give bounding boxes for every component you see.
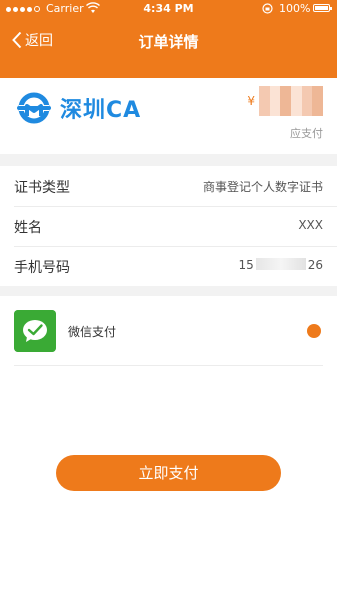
nav-bar: 返回 订单详情: [0, 22, 337, 62]
pay-now-button[interactable]: 立即支付: [56, 455, 281, 491]
detail-key: 姓名: [14, 220, 42, 236]
detail-row-name: 姓名 XXX: [0, 206, 337, 246]
detail-row-phone: 手机号码 15 26: [0, 246, 337, 286]
top-bar: Carrier 4:34 PM 100% 返回 订单详情: [0, 0, 337, 78]
detail-key: 手机号码: [14, 260, 70, 276]
ca-logo-icon: [17, 92, 51, 124]
brand-name: 深圳CA: [60, 98, 142, 123]
detail-value: XXX: [298, 218, 323, 232]
detail-row-cert-type: 证书类型 商事登记个人数字证书: [0, 166, 337, 206]
battery-icon: [313, 4, 332, 12]
amount-due-label: 应支付: [290, 127, 323, 140]
payment-method-radio[interactable]: [307, 324, 321, 338]
payment-method-label: 微信支付: [68, 325, 117, 339]
detail-value: 商事登记个人数字证书: [202, 180, 323, 194]
price-amount-redacted: [259, 86, 323, 116]
phone-suffix: 26: [307, 258, 323, 272]
phone-redacted: [255, 258, 306, 270]
order-details: 证书类型 商事登记个人数字证书 姓名 XXX 手机号码 15 26: [0, 166, 337, 286]
phone-value: 15 26: [238, 258, 323, 272]
order-detail-page: Carrier 4:34 PM 100% 返回 订单详情 深圳CA ¥ 应支付 …: [0, 0, 337, 600]
status-bar: Carrier 4:34 PM 100%: [0, 0, 337, 18]
payment-method-wechat[interactable]: 微信支付: [0, 296, 337, 366]
battery-percent: 100%: [279, 2, 311, 15]
detail-key: 证书类型: [14, 180, 70, 196]
rotation-lock-icon: [262, 3, 273, 14]
brand-logo: 深圳CA: [16, 90, 141, 126]
phone-prefix: 15: [238, 258, 254, 272]
price: ¥: [247, 86, 323, 116]
page-title: 订单详情: [138, 33, 199, 51]
currency-symbol: ¥: [247, 94, 255, 108]
order-summary-card: 深圳CA ¥ 应支付: [0, 78, 337, 154]
wechat-pay-icon: [14, 310, 56, 352]
